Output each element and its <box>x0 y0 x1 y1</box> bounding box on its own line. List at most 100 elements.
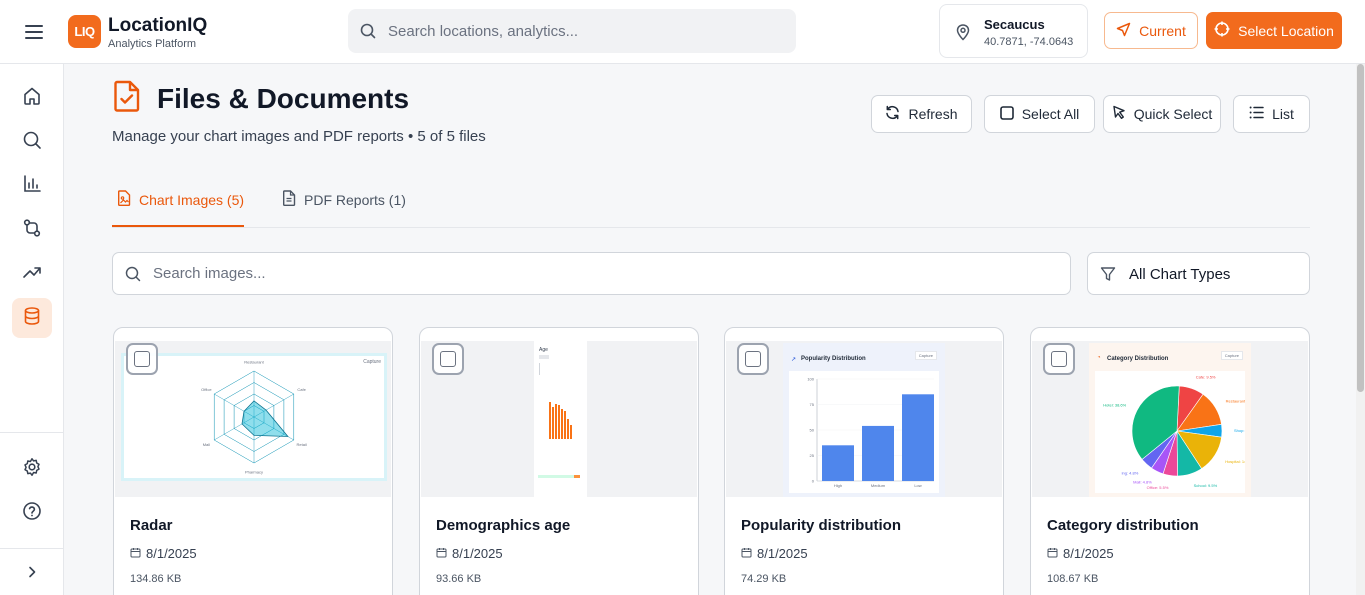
global-search-input[interactable] <box>388 9 788 53</box>
radar-axis-label: Mall <box>203 442 210 447</box>
current-location-chip[interactable]: Secaucus 40.7871, -74.0643 <box>939 4 1088 58</box>
trending-up-icon <box>22 262 42 287</box>
sidebar-item-routes[interactable] <box>12 210 52 250</box>
card-date-text: 8/1/2025 <box>146 546 197 561</box>
capture-label: Capture <box>363 359 381 365</box>
image-card[interactable]: Capture Restaurant Cafe Retail Pharmacy Mall… <box>113 327 393 595</box>
sidebar-item-trends[interactable] <box>12 254 52 294</box>
square-icon <box>999 105 1014 123</box>
pie-slice-label: Hotel: 38.6% <box>1103 403 1126 408</box>
menu-icon[interactable] <box>22 20 46 44</box>
current-location-button[interactable]: Current <box>1104 12 1198 49</box>
pie-slice-label: Hospital: 14.3 <box>1225 459 1245 464</box>
y-tick-label: 0 <box>812 479 815 484</box>
x-tick-label: Low <box>914 483 921 488</box>
image-card[interactable]: ◔ Category Distribution Capture Cafe: 9.… <box>1030 327 1310 595</box>
thumbnail-legend <box>539 363 547 375</box>
calendar-icon <box>1047 546 1058 561</box>
page-subtitle: Manage your chart images and PDF reports… <box>112 128 486 145</box>
chart-type-filter[interactable]: All Chart Types <box>1087 252 1310 295</box>
x-tick-label: Medium <box>871 483 886 488</box>
sidebar-item-home[interactable] <box>12 78 52 118</box>
sidebar-expand-button[interactable] <box>12 554 52 594</box>
global-search[interactable] <box>348 9 796 53</box>
current-button-label: Current <box>1139 22 1186 39</box>
page-scrollbar[interactable] <box>1356 64 1365 595</box>
y-tick-label: 75 <box>810 402 815 407</box>
scrollbar-thumb[interactable] <box>1357 64 1364 392</box>
histogram-bar <box>567 419 569 439</box>
select-all-button[interactable]: Select All <box>984 95 1095 133</box>
select-location-label: Select Location <box>1238 22 1334 39</box>
tab-pdf-reports[interactable]: PDF Reports (1) <box>282 190 406 209</box>
radar-axis-label: Restaurant <box>244 360 264 365</box>
tab-chart-images[interactable]: Chart Images (5) <box>117 190 244 209</box>
radar-axis-label: Retail <box>297 442 307 447</box>
image-search-input[interactable] <box>153 253 1053 294</box>
card-checkbox[interactable] <box>432 343 464 375</box>
histogram-bar <box>564 411 566 439</box>
thumbnail-title: Popularity Distribution <box>801 356 866 362</box>
image-card[interactable]: Age Demographics age 8/1/2025 93.66 KB <box>419 327 699 595</box>
card-date: 8/1/2025 <box>741 546 808 561</box>
card-checkbox[interactable] <box>1043 343 1075 375</box>
brand-subtitle: Analytics Platform <box>108 38 197 50</box>
bar <box>822 445 854 481</box>
navigation-icon <box>1116 22 1131 40</box>
quick-select-button[interactable]: Quick Select <box>1103 95 1221 133</box>
radar-axis-label: Cafe <box>297 387 306 392</box>
sidebar-item-files[interactable] <box>12 298 52 338</box>
select-location-button[interactable]: Select Location <box>1206 12 1342 49</box>
y-tick-label: 25 <box>810 453 815 458</box>
card-file-size: 108.67 KB <box>1047 573 1099 585</box>
card-file-size: 74.29 KB <box>741 573 787 585</box>
histogram-bar <box>570 425 572 439</box>
chart-type-filter-value: All Chart Types <box>1129 266 1231 283</box>
page-title: Files & Documents <box>157 83 410 114</box>
image-search[interactable] <box>112 252 1071 295</box>
pie-slice-label: Cafe: 9.5% <box>1196 375 1216 380</box>
pie-slice-label: Restaurant <box>1226 399 1245 404</box>
cursor-icon <box>1112 105 1126 123</box>
image-file-icon <box>117 190 131 209</box>
logo[interactable]: LIQ <box>68 15 101 48</box>
card-checkbox[interactable] <box>126 343 158 375</box>
trending-up-icon: ↗ <box>791 357 797 363</box>
card-title: Demographics age <box>436 517 571 534</box>
location-coordinates: 40.7871, -74.0643 <box>984 36 1074 48</box>
home-icon <box>22 86 42 111</box>
radar-axis-label: Pharmacy <box>245 470 263 475</box>
bar <box>902 394 934 481</box>
sidebar-divider <box>0 548 64 549</box>
help-icon <box>22 501 42 526</box>
tabs-divider <box>112 227 1310 228</box>
chevron-right-icon <box>25 565 39 584</box>
sidebar-item-help[interactable] <box>12 493 52 533</box>
quick-select-label: Quick Select <box>1133 106 1213 122</box>
card-date: 8/1/2025 <box>130 546 197 561</box>
thumbnail-control <box>539 355 549 359</box>
y-tick-label: 50 <box>810 428 815 433</box>
demographics-thumbnail-frame: Age <box>534 341 587 497</box>
card-date-text: 8/1/2025 <box>452 546 503 561</box>
list-icon <box>1249 106 1264 122</box>
sidebar-item-search[interactable] <box>12 122 52 162</box>
image-card[interactable]: ↗ Popularity Distribution Capture 100 75 5… <box>724 327 1004 595</box>
radar-series-area <box>241 400 289 437</box>
card-date: 8/1/2025 <box>436 546 503 561</box>
histogram-bar <box>555 404 557 439</box>
sidebar-item-settings[interactable] <box>12 449 52 489</box>
sidebar-item-analytics[interactable] <box>12 166 52 206</box>
refresh-button[interactable]: Refresh <box>871 95 972 133</box>
list-view-button[interactable]: List <box>1233 95 1310 133</box>
histogram-bar <box>552 407 554 439</box>
calendar-icon <box>436 546 447 561</box>
card-file-size: 93.66 KB <box>436 573 482 585</box>
pie-slice-label: Shop: 4.8 <box>1234 428 1245 433</box>
refresh-label: Refresh <box>908 106 958 122</box>
radar-thumbnail-frame: Capture Restaurant Cafe Retail Pharmacy Mall… <box>121 353 387 481</box>
card-checkbox[interactable] <box>737 343 769 375</box>
card-title: Popularity distribution <box>741 517 901 534</box>
tab-chart-images-label: Chart Images (5) <box>139 191 245 208</box>
category-thumbnail-frame: ◔ Category Distribution Capture Cafe: 9.… <box>1089 343 1251 497</box>
